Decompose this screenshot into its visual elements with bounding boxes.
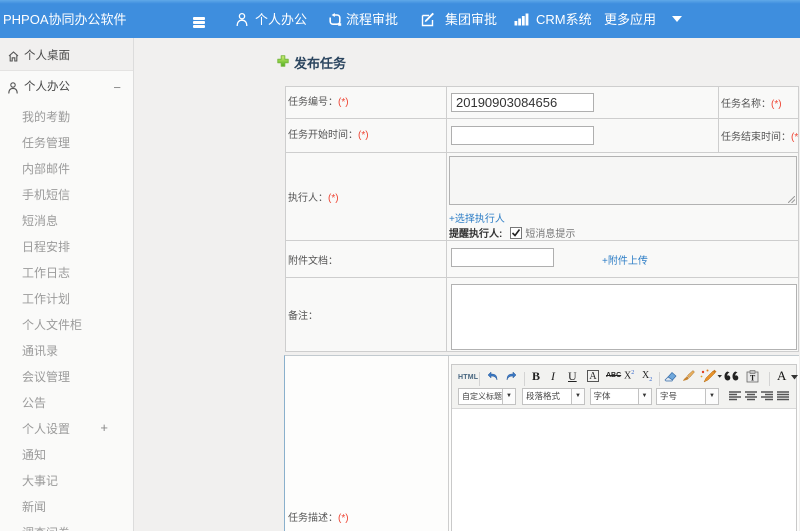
svg-text:T: T [750, 374, 756, 383]
